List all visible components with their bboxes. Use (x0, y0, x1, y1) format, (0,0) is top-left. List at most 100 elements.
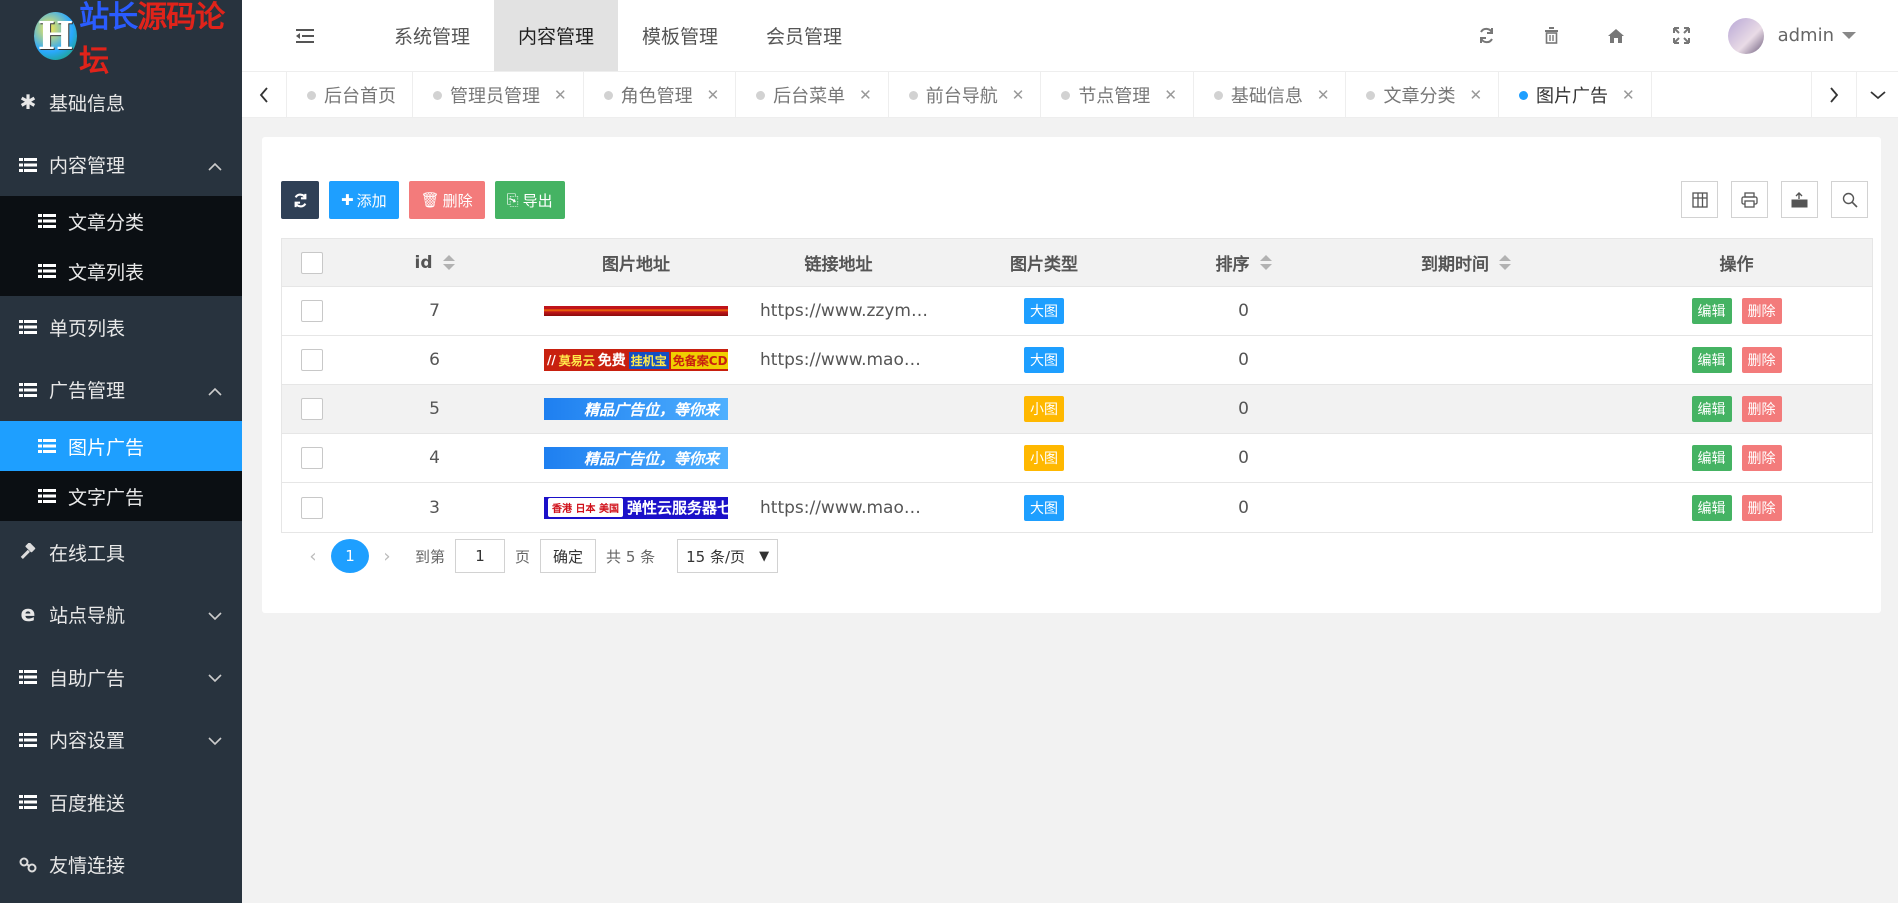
sidebar-item-online-tools[interactable]: 在线工具 (0, 521, 242, 584)
sidebar-item-article-category[interactable]: 文章分类 (0, 196, 242, 246)
close-icon[interactable]: ✕ (1317, 86, 1330, 104)
tab-dashboard[interactable]: 后台首页 (287, 72, 413, 117)
sidebar-item-label: 内容管理 (49, 155, 126, 178)
sidebar-item-baidu-push[interactable]: 百度推送 (0, 771, 242, 834)
delete-button[interactable]: 删除 (1741, 298, 1782, 324)
close-icon[interactable]: ✕ (1622, 86, 1635, 104)
refresh-button[interactable] (281, 181, 319, 219)
col-sort[interactable]: 排序 (1156, 239, 1331, 286)
tab-article-category[interactable]: 文章分类 ✕ (1346, 72, 1500, 117)
tab-backend-menu[interactable]: 后台菜单 ✕ (736, 72, 889, 117)
delete-button[interactable]: 删除 (1741, 445, 1782, 471)
close-icon[interactable]: ✕ (554, 86, 567, 104)
top-nav-content[interactable]: 内容管理 (494, 0, 619, 71)
print-icon[interactable] (1731, 181, 1768, 218)
row-checkbox[interactable] (301, 300, 323, 322)
row-checkbox[interactable] (301, 398, 323, 420)
sort-icon[interactable] (1259, 255, 1272, 270)
sidebar-item-ad-management[interactable]: 广告管理 (0, 359, 242, 422)
goto-label: 到第 (415, 547, 446, 566)
edit-button[interactable]: 编辑 (1691, 494, 1732, 521)
sort-icon[interactable] (1499, 255, 1511, 270)
tab-admin-management[interactable]: 管理员管理 ✕ (413, 72, 584, 117)
home-icon[interactable] (1584, 28, 1649, 44)
edit-button[interactable]: 编辑 (1691, 298, 1732, 324)
per-page-select[interactable]: 15 条/页 ▼ (677, 539, 779, 573)
top-nav-template[interactable]: 模板管理 (618, 0, 742, 71)
add-button[interactable]: ✚ 添加 (329, 181, 399, 219)
row-checkbox[interactable] (301, 447, 323, 469)
ads-table: id 图片地址 链接地址 图片类型 排序 到期时间 操作 7 https://w… (281, 238, 1873, 533)
close-icon[interactable]: ✕ (1164, 86, 1177, 104)
row-checkbox-cell (282, 434, 342, 482)
col-expire[interactable]: 到期时间 (1331, 239, 1601, 286)
goto-confirm-button[interactable]: 确定 (540, 539, 597, 573)
tab-label: 角色管理 (620, 86, 693, 107)
search-icon[interactable] (1831, 181, 1868, 218)
tab-image-ads[interactable]: 图片广告 ✕ (1499, 72, 1652, 117)
menu-toggle-icon[interactable] (242, 0, 370, 71)
tab-scroll-right-icon[interactable] (1811, 72, 1856, 118)
user-menu[interactable]: admin (1714, 17, 1898, 54)
current-page[interactable]: 1 (331, 539, 369, 573)
tab-basic-info[interactable]: 基础信息 ✕ (1194, 72, 1347, 117)
edit-button[interactable]: 编辑 (1691, 445, 1732, 471)
col-id[interactable]: id (342, 239, 527, 286)
refresh-icon[interactable] (1454, 27, 1519, 44)
export-icon[interactable] (1781, 181, 1818, 218)
sidebar-item-article-list[interactable]: 文章列表 (0, 246, 242, 296)
columns-filter-icon[interactable] (1681, 181, 1718, 218)
close-icon[interactable]: ✕ (1469, 86, 1482, 104)
trash-icon[interactable] (1519, 27, 1584, 44)
close-icon[interactable]: ✕ (707, 86, 720, 104)
avatar (1727, 17, 1764, 54)
top-nav-member[interactable]: 会员管理 (742, 0, 866, 71)
col-type: 图片类型 (932, 239, 1156, 286)
tab-dot (1061, 90, 1071, 100)
sidebar-item-single-page[interactable]: 单页列表 (0, 296, 242, 359)
prev-page-icon[interactable]: ‹ (295, 546, 331, 567)
row-checkbox[interactable] (301, 349, 323, 371)
goto-page-input[interactable]: 1 (455, 539, 506, 573)
select-all-checkbox[interactable] (301, 251, 323, 274)
sidebar-item-image-ads[interactable]: 图片广告 (0, 421, 242, 471)
sidebar-item-basic-info[interactable]: ✱ 基础信息 (0, 71, 242, 134)
sidebar-item-friend-links[interactable]: 友情连接 (0, 834, 242, 897)
sidebar-item-site-nav[interactable]: e 站点导航 (0, 584, 242, 647)
delete-button[interactable]: 删除 (1741, 347, 1782, 373)
sidebar-item-content-settings[interactable]: 内容设置 (0, 709, 242, 772)
tab-frontend-nav[interactable]: 前台导航 ✕ (889, 72, 1042, 117)
col-label: 排序 (1215, 255, 1250, 275)
edit-button[interactable]: 编辑 (1691, 347, 1732, 373)
tab-scroll-left-icon[interactable] (242, 72, 287, 118)
tab-more-chevron-down-icon[interactable] (1856, 72, 1898, 118)
row-link (745, 434, 932, 482)
tab-node-management[interactable]: 节点管理 ✕ (1041, 72, 1194, 117)
sidebar-item-content-management[interactable]: 内容管理 (0, 134, 242, 197)
close-icon[interactable]: ✕ (859, 86, 872, 104)
top-nav-system[interactable]: 系统管理 (370, 0, 494, 71)
sidebar-item-label: 基础信息 (49, 92, 126, 115)
delete-button[interactable]: 删除 (1741, 494, 1782, 521)
tab-role-management[interactable]: 角色管理 ✕ (584, 72, 737, 117)
col-link: 链接地址 (745, 239, 932, 286)
delete-button[interactable]: 删除 (1741, 396, 1782, 422)
username: admin (1777, 25, 1834, 46)
sidebar-item-text-ads[interactable]: 文字广告 (0, 471, 242, 521)
edit-button[interactable]: 编辑 (1691, 396, 1732, 422)
fullscreen-icon[interactable] (1649, 27, 1714, 44)
row-checkbox-cell (282, 385, 342, 433)
tab-dot (908, 90, 918, 100)
logo[interactable]: H 站长源码论坛 (0, 0, 242, 79)
sidebar-item-self-ads[interactable]: 自助广告 (0, 646, 242, 709)
chevron-up-icon (208, 154, 222, 176)
sidebar-item-label: 百度推送 (49, 792, 126, 815)
export-button[interactable]: ⎘ 导出 (494, 181, 565, 219)
row-checkbox[interactable] (301, 496, 323, 519)
next-page-icon[interactable]: › (369, 546, 405, 567)
sort-icon[interactable] (442, 255, 455, 270)
batch-delete-button[interactable]: 🗑 删除 (408, 181, 485, 219)
close-icon[interactable]: ✕ (1012, 86, 1025, 104)
gavel-icon (17, 543, 39, 561)
tab-label: 图片广告 (1536, 86, 1609, 107)
